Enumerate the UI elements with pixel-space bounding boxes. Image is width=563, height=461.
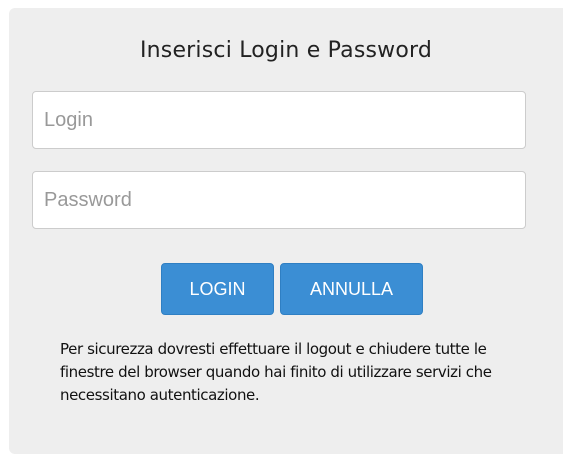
password-input[interactable] (32, 171, 526, 229)
login-input[interactable] (32, 91, 526, 149)
cancel-button[interactable]: ANNULLA (280, 263, 423, 315)
security-notice: Per sicurezza dovresti effettuare il log… (60, 340, 492, 404)
login-panel-title: Inserisci Login e Password (139, 38, 433, 63)
login-button[interactable]: LOGIN (161, 263, 274, 315)
login-panel: Inserisci Login e Password LOGIN ANNULLA… (9, 8, 563, 454)
